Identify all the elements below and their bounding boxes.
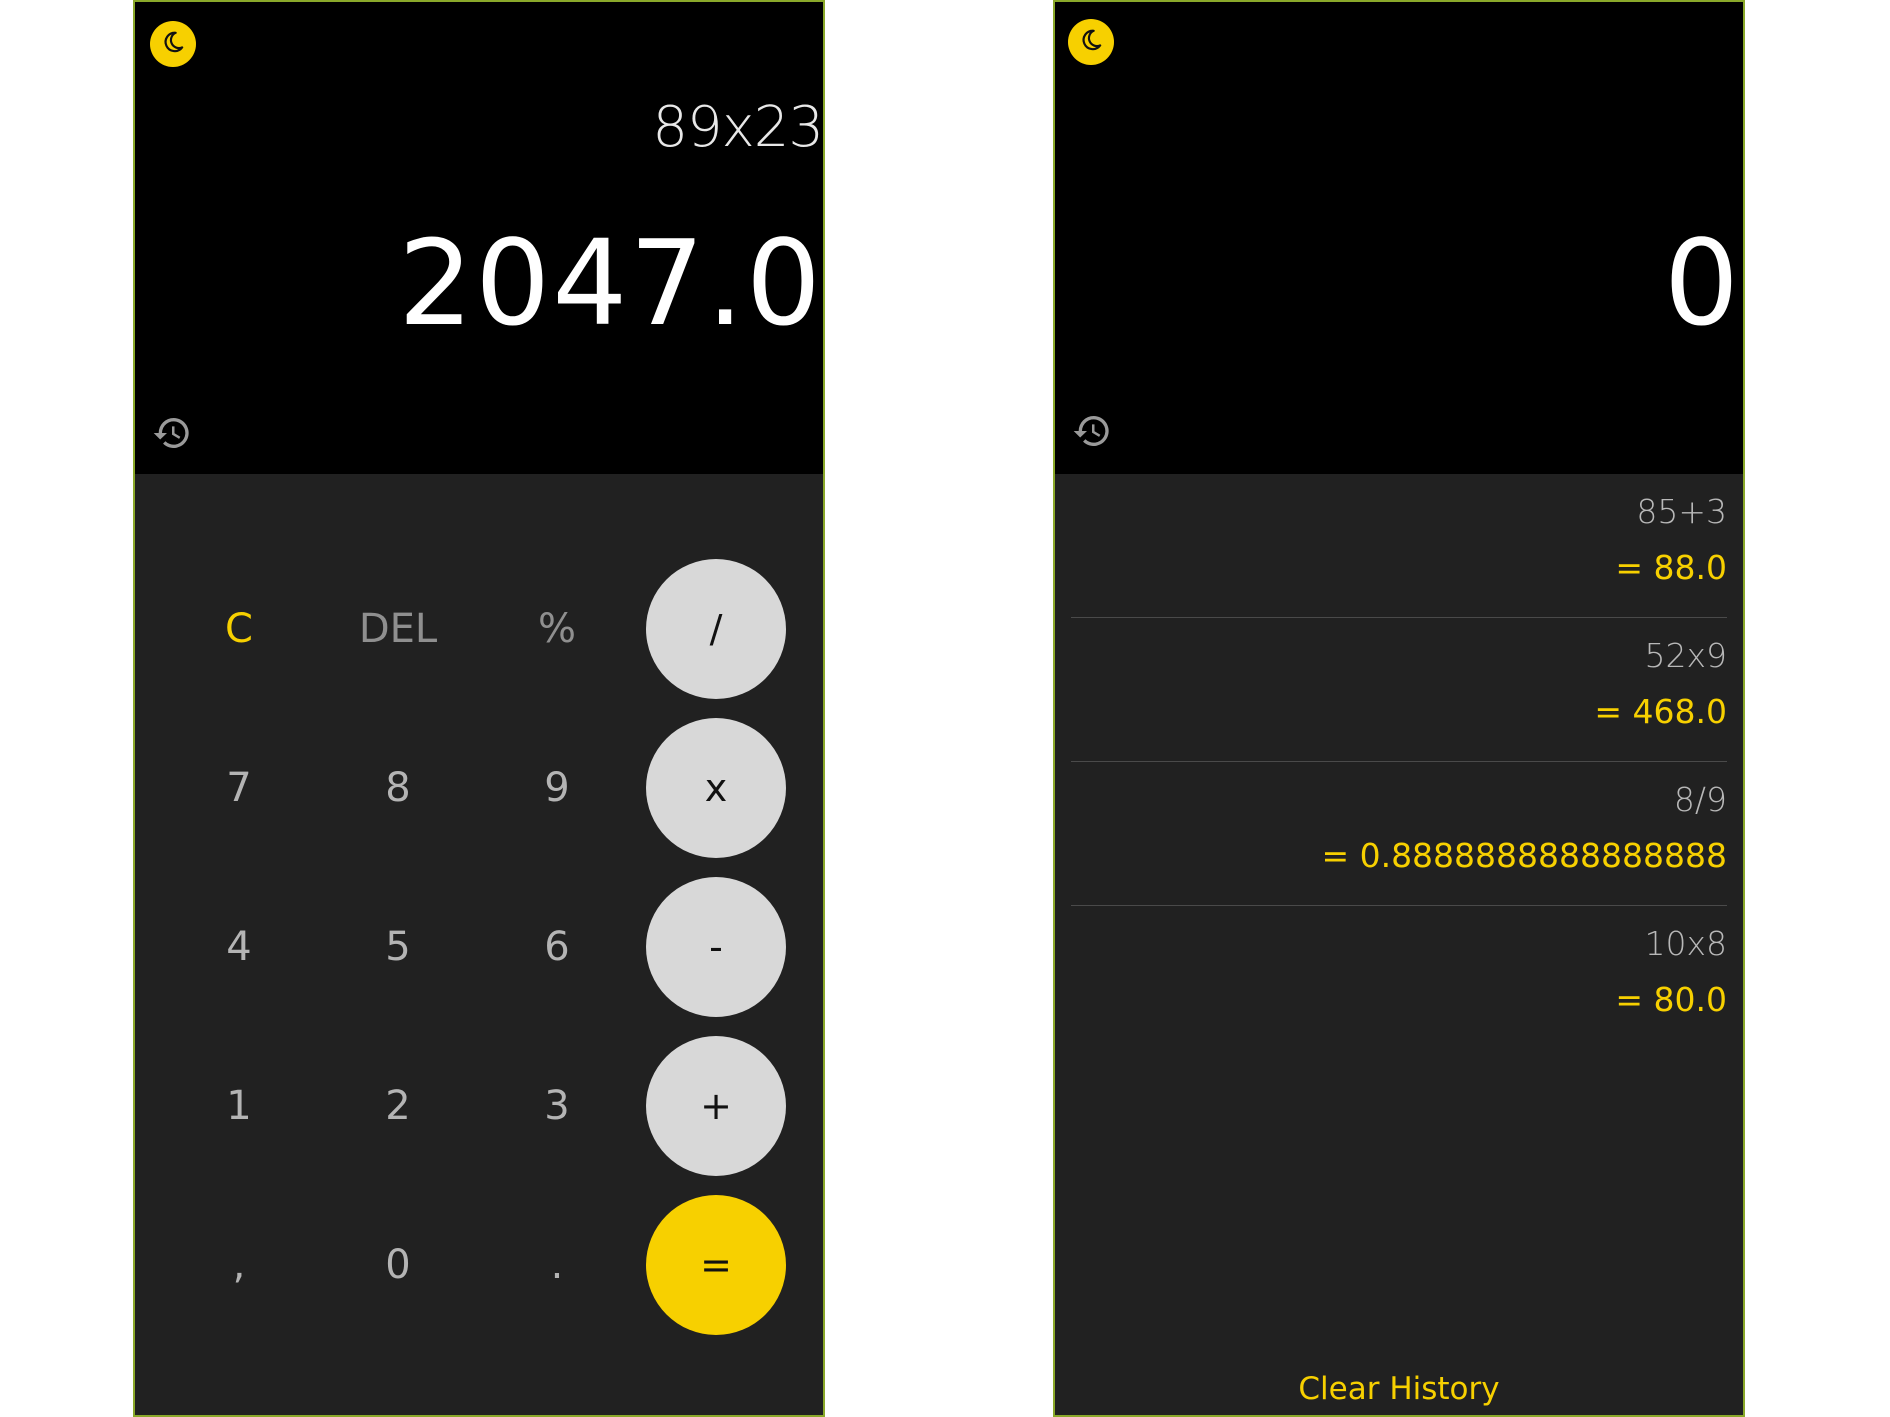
history-toggle-button[interactable] — [1071, 412, 1113, 454]
history-list: 85+3 = 88.0 52x9 = 468.0 8/9 = 0.8888888… — [1071, 474, 1727, 1050]
divide-button[interactable]: / — [646, 559, 786, 699]
digit-4-button[interactable]: 4 — [169, 877, 309, 1017]
digit-8-button[interactable]: 8 — [328, 718, 468, 858]
history-expression: 8/9 — [1673, 780, 1727, 819]
digit-9-button[interactable]: 9 — [487, 718, 627, 858]
add-button[interactable]: + — [646, 1036, 786, 1176]
history-entry[interactable]: 10x8 = 80.0 — [1071, 906, 1727, 1050]
history-entry[interactable]: 85+3 = 88.0 — [1071, 474, 1727, 618]
digit-2-button[interactable]: 2 — [328, 1036, 468, 1176]
history-expression: 52x9 — [1644, 636, 1727, 675]
digit-1-button[interactable]: 1 — [169, 1036, 309, 1176]
history-icon — [152, 413, 192, 457]
digit-5-button[interactable]: 5 — [328, 877, 468, 1017]
history-screen: 0 85+3 = 88.0 52x9 = 468.0 8/9 = 0.88888… — [1053, 0, 1745, 1417]
history-expression: 85+3 — [1636, 492, 1727, 531]
result-display: 2047.0 — [398, 214, 823, 352]
history-result: = 80.0 — [1615, 980, 1727, 1019]
history-entry[interactable]: 8/9 = 0.8888888888888888 — [1071, 762, 1727, 906]
delete-button[interactable]: DEL — [328, 559, 468, 699]
history-entry[interactable]: 52x9 = 468.0 — [1071, 618, 1727, 762]
result-display: 0 — [1663, 214, 1741, 352]
calculator-screen: 89x23 2047.0 C DEL % / 7 8 9 x 4 5 6 - 1… — [133, 0, 825, 1417]
calculator-display: 89x23 2047.0 — [135, 2, 823, 474]
decimal-point-button[interactable]: . — [487, 1195, 627, 1335]
equals-button[interactable]: = — [646, 1195, 786, 1335]
moon-icon — [1078, 27, 1104, 57]
percent-button[interactable]: % — [487, 559, 627, 699]
digit-3-button[interactable]: 3 — [487, 1036, 627, 1176]
multiply-button[interactable]: x — [646, 718, 786, 858]
moon-icon — [160, 29, 186, 59]
history-result: = 468.0 — [1594, 692, 1727, 731]
history-result: = 88.0 — [1615, 548, 1727, 587]
clear-button[interactable]: C — [169, 559, 309, 699]
digit-0-button[interactable]: 0 — [328, 1195, 468, 1335]
history-icon — [1072, 411, 1112, 455]
history-result: = 0.8888888888888888 — [1321, 836, 1727, 875]
calculator-display: 0 — [1055, 2, 1743, 474]
comma-button[interactable]: , — [169, 1195, 309, 1335]
digit-7-button[interactable]: 7 — [169, 718, 309, 858]
digit-6-button[interactable]: 6 — [487, 877, 627, 1017]
clear-history-button[interactable]: Clear History — [1055, 1371, 1743, 1407]
subtract-button[interactable]: - — [646, 877, 786, 1017]
history-toggle-button[interactable] — [151, 414, 193, 456]
history-expression: 10x8 — [1644, 924, 1727, 963]
theme-toggle-button[interactable] — [1068, 19, 1114, 65]
expression-display: 89x23 — [652, 95, 823, 160]
theme-toggle-button[interactable] — [150, 21, 196, 67]
